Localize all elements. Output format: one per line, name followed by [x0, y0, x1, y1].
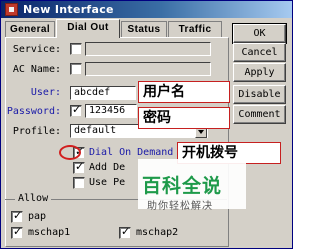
ac-name-field[interactable] [85, 62, 211, 76]
highlight-circle [59, 145, 81, 160]
tab-general[interactable]: General [5, 21, 55, 37]
window-title: New Interface [23, 3, 114, 16]
mschap2-checkbox[interactable] [119, 225, 131, 239]
tab-traffic[interactable]: Traffic [168, 21, 222, 37]
annotation-password: 密码 [138, 107, 230, 129]
mschap1-label: mschap1 [28, 227, 71, 238]
disable-button[interactable]: Disable [233, 85, 286, 104]
service-checkbox[interactable] [70, 43, 82, 55]
cancel-button[interactable]: Cancel [233, 43, 286, 62]
pap-checkbox[interactable] [11, 209, 23, 223]
app-icon [5, 3, 18, 16]
use-peer-dns-checkbox[interactable] [73, 177, 85, 189]
tab-dial-out[interactable]: Dial Out [56, 19, 120, 38]
mschap2-label: mschap2 [136, 227, 179, 238]
title-bar[interactable]: New Interface [1, 1, 292, 18]
password-checkbox[interactable] [70, 103, 82, 117]
dial-on-demand-label: Dial On Demand [89, 147, 174, 158]
ok-button[interactable]: OK [232, 23, 287, 44]
mschap1-checkbox[interactable] [11, 225, 23, 239]
service-label: Service: [12, 44, 61, 55]
new-interface-window: New Interface General Dial Out Status Tr… [0, 0, 293, 249]
user-label: User: [30, 87, 61, 98]
use-peer-dns-label: Use Pe [89, 177, 126, 188]
ac-name-label: AC Name: [12, 64, 61, 75]
pap-label: pap [28, 211, 47, 222]
annotation-user: 用户名 [138, 81, 230, 103]
profile-label: Profile: [12, 126, 61, 137]
allow-group-title: Allow [15, 193, 52, 204]
watermark-tagline: 助你轻松解决 [147, 201, 213, 212]
service-field[interactable] [85, 42, 211, 56]
user-input[interactable]: abcdef [70, 86, 136, 100]
watermark-logo-text: 百科全说 [142, 175, 223, 197]
apply-button[interactable]: Apply [233, 63, 286, 82]
add-default-route-checkbox[interactable] [73, 160, 85, 174]
comment-button[interactable]: Comment [233, 105, 286, 124]
tab-status[interactable]: Status [121, 21, 167, 37]
password-label: Password: [6, 106, 61, 117]
add-default-route-label: Add De [89, 162, 126, 173]
password-input[interactable]: 123456 [85, 104, 137, 118]
ac-name-checkbox[interactable] [70, 63, 82, 75]
